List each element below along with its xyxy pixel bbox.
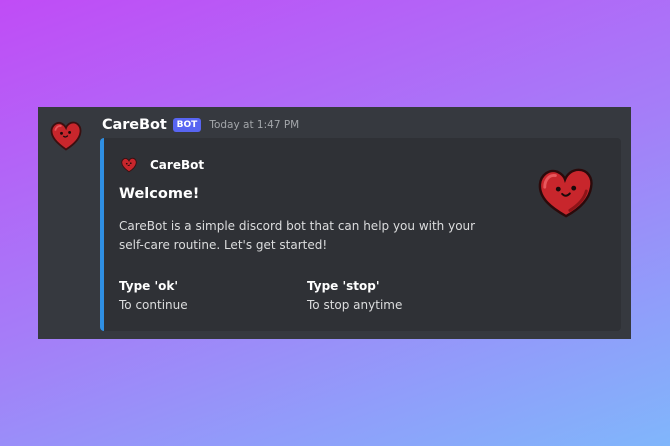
field-name: Type 'stop' [307,279,380,293]
field-name: Type 'ok' [119,279,179,293]
embed-author: CareBot [120,156,204,174]
bot-avatar-heart-face-icon[interactable] [48,118,84,154]
field-value: To stop anytime [307,298,403,312]
author-heart-face-icon [121,157,137,173]
embed-field-stop: Type 'stop' To stop anytime [307,277,402,315]
embed-description: CareBot is a simple discord bot that can… [119,219,476,252]
username[interactable]: CareBot [102,117,167,133]
timestamp: Today at 1:47 PM [209,119,300,131]
chat-message: CareBot BOT Today at 1:47 PM CareBot Wel… [38,107,631,339]
embed-field-ok: Type 'ok' To continue [119,277,188,315]
embed-author-name: CareBot [150,158,205,172]
embed-title: Welcome! [119,186,200,202]
embed-thumbnail-heart-face-icon[interactable] [535,164,597,220]
embed-card: CareBot Welcome! CareBot is a simple dis… [100,138,621,331]
message-header: CareBot BOT Today at 1:47 PM [102,115,299,135]
bot-badge: BOT [172,118,202,132]
field-value: To continue [119,298,188,312]
